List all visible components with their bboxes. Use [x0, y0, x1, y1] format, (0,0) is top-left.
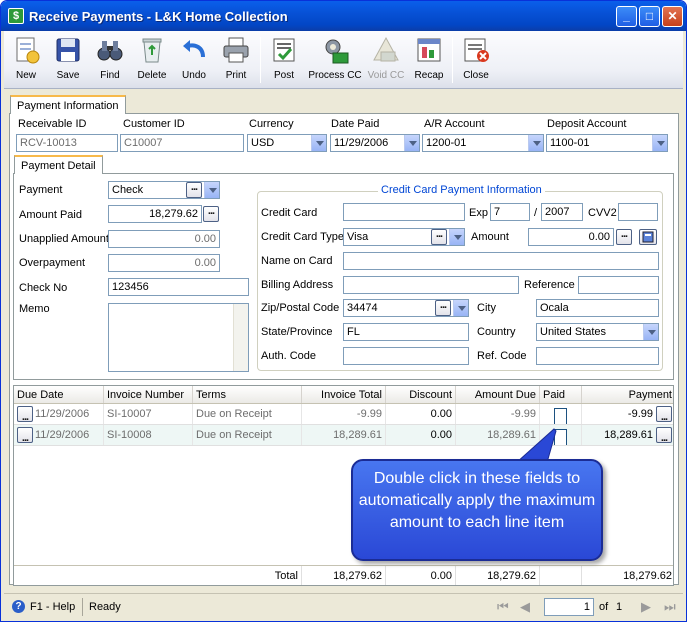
receive-payments-window: $ Receive Payments - L&K Home Collection…	[0, 0, 687, 622]
tab-payment-information[interactable]: Payment Information	[10, 95, 126, 114]
status-text: Ready	[89, 601, 121, 613]
previous-page-icon[interactable]: ◀	[520, 599, 530, 615]
status-bar: ? F1 - Help Ready ⏮ ◀ 1 of 1 ▶ ⏭	[4, 593, 683, 619]
page-count: 1	[616, 601, 623, 613]
page-number-field[interactable]: 1	[544, 598, 594, 616]
help-icon[interactable]: ?	[12, 600, 25, 613]
status-divider	[82, 598, 83, 616]
help-callout: Double click in these fields to automati…	[351, 459, 603, 561]
help-hint[interactable]: F1 - Help	[30, 601, 75, 613]
next-page-icon[interactable]: ▶	[641, 599, 651, 615]
last-page-icon[interactable]: ⏭	[664, 599, 676, 615]
of-label: of	[599, 601, 609, 613]
first-page-icon[interactable]: ⏮	[497, 599, 509, 615]
tab-payment-detail[interactable]: Payment Detail	[14, 155, 103, 174]
